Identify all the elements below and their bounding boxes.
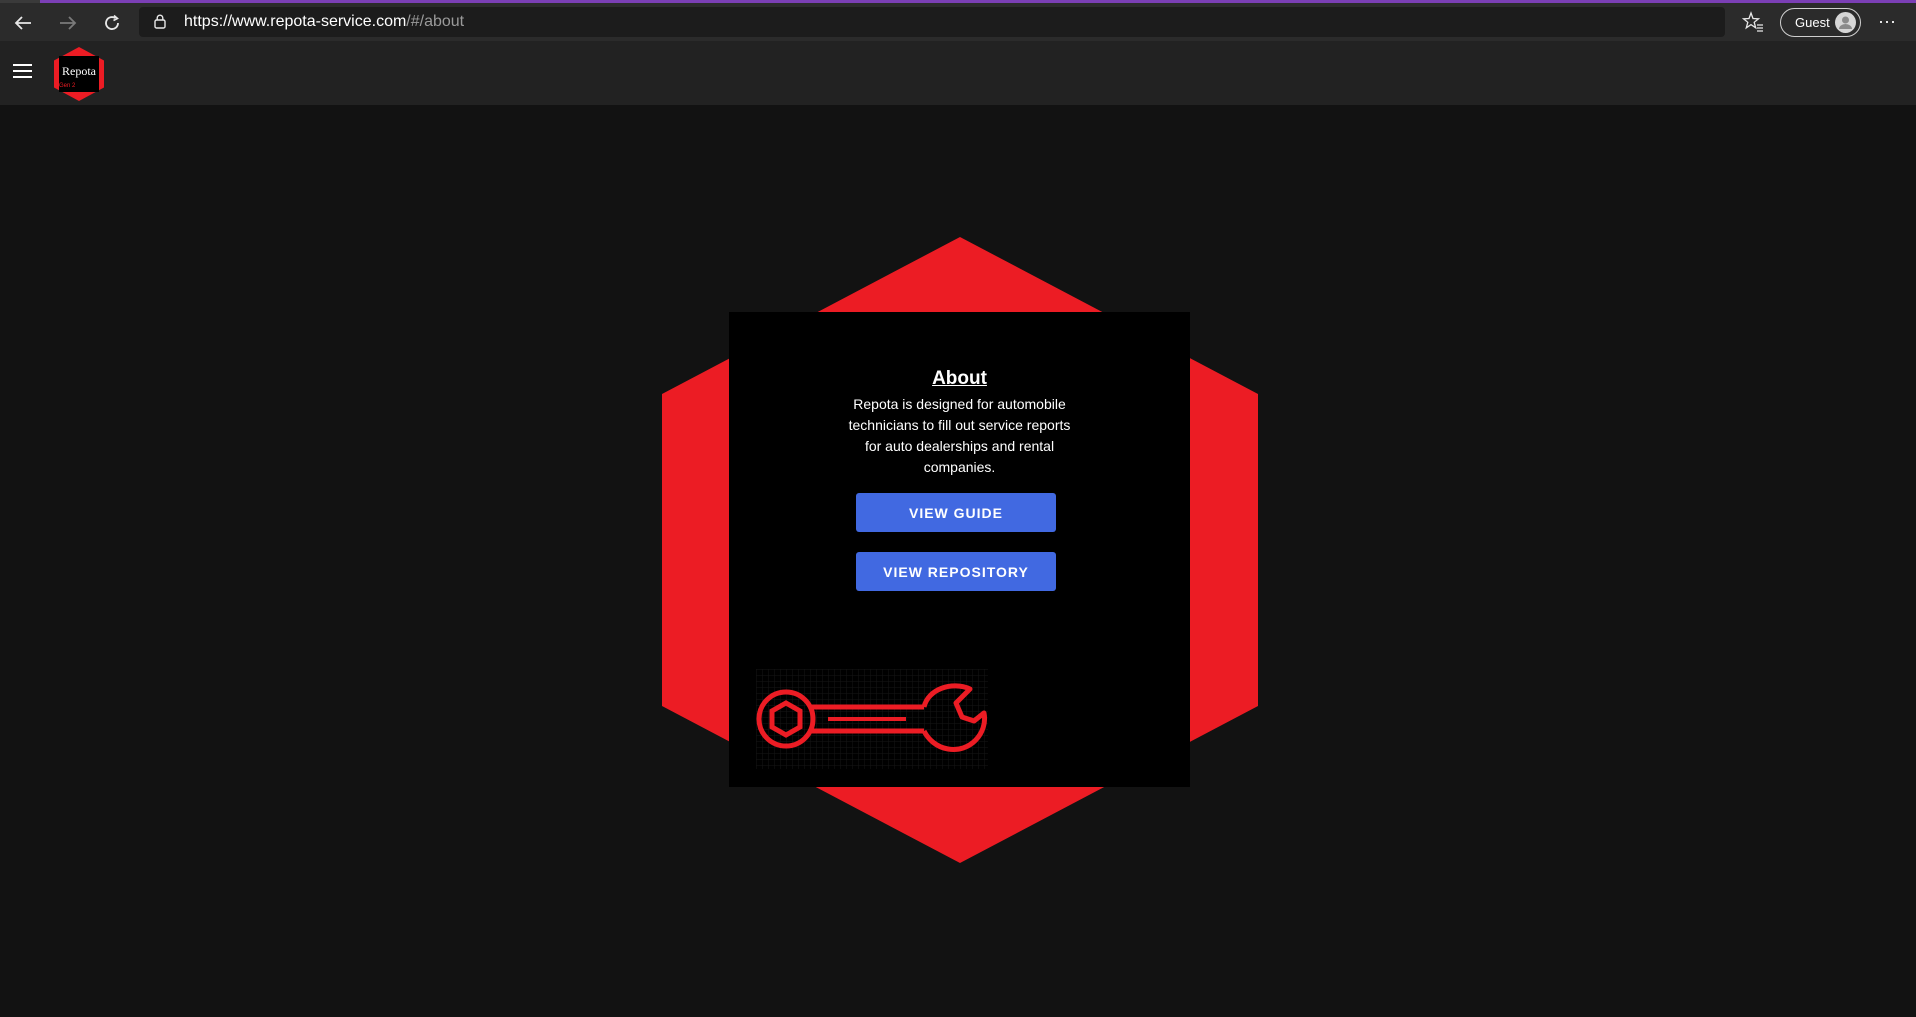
- favorites-button[interactable]: [1741, 11, 1766, 35]
- forward-arrow-icon: [60, 16, 77, 30]
- url-path: /#/about: [406, 13, 465, 30]
- view-repository-button[interactable]: VIEW REPOSITORY: [856, 552, 1056, 591]
- lock-icon: [154, 14, 166, 29]
- app-header: Gen 2 Repota: [0, 41, 1916, 105]
- repota-logo[interactable]: Gen 2 Repota: [52, 46, 106, 102]
- refresh-icon: [105, 14, 119, 30]
- favorites-star-icon: [1741, 11, 1763, 32]
- svg-text:Gen 2: Gen 2: [59, 83, 76, 89]
- profile-avatar-icon: [1835, 12, 1856, 33]
- wrench-icon: [756, 669, 988, 769]
- back-arrow-icon: [14, 16, 31, 30]
- refresh-button[interactable]: [97, 11, 127, 35]
- more-options-button[interactable]: ···: [1875, 11, 1899, 35]
- profile-button[interactable]: Guest: [1780, 8, 1861, 37]
- about-description: Repota is designed for automobile techni…: [848, 396, 1071, 475]
- url-text: https://www.repota-service.com/#/about: [184, 13, 464, 31]
- about-title: About: [932, 368, 987, 389]
- logo-text: Repota: [62, 64, 96, 78]
- view-guide-button[interactable]: VIEW GUIDE: [856, 493, 1056, 532]
- address-bar[interactable]: https://www.repota-service.com/#/about: [139, 7, 1725, 37]
- profile-label: Guest: [1795, 15, 1830, 30]
- browser-toolbar: https://www.repota-service.com/#/about G…: [0, 0, 1916, 41]
- hamburger-menu-icon[interactable]: [13, 64, 33, 80]
- back-button[interactable]: [8, 11, 38, 35]
- forward-button[interactable]: [53, 11, 83, 35]
- about-card: About Repota is designed for automobile …: [729, 312, 1190, 787]
- tab-strip-edge: [0, 0, 40, 3]
- url-host: https://www.repota-service.com: [184, 13, 407, 30]
